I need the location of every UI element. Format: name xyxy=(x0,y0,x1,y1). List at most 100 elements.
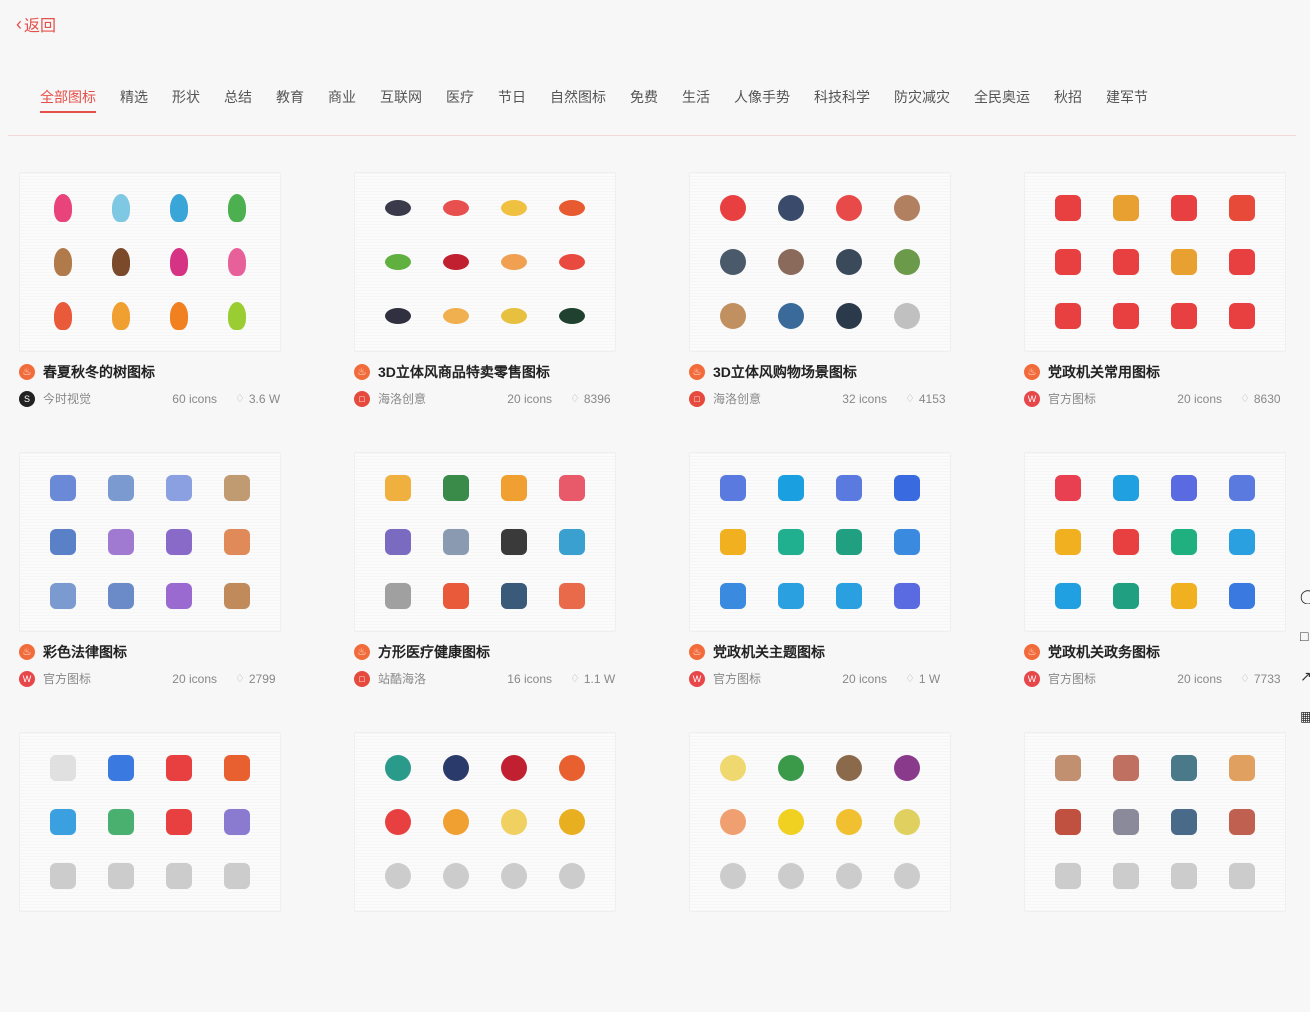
icon-set-preview[interactable] xyxy=(354,452,616,632)
preview-icon xyxy=(836,583,862,609)
preview-icon xyxy=(720,755,746,781)
author-avatar[interactable]: □ xyxy=(354,670,370,687)
tab-17[interactable]: 建军节 xyxy=(1106,87,1148,113)
tab-5[interactable]: 商业 xyxy=(328,87,356,113)
preview-icon xyxy=(1229,583,1255,609)
icon-set-meta: □ 海洛创意 32 icons ♢ 4153 xyxy=(689,390,951,407)
icon-set-meta: □ 站酷海洛 16 icons ♢ 1.1 W xyxy=(354,670,616,687)
author-avatar[interactable]: W xyxy=(19,670,35,687)
icon-set-card[interactable]: ♨ 党政机关常用图标 W 官方图标 20 icons ♢ 8630 xyxy=(1024,172,1286,452)
icon-set-preview[interactable] xyxy=(354,732,616,912)
icon-set-card[interactable]: ♨ 春夏秋冬的树图标 S 今时视觉 60 icons ♢ 3.6 W xyxy=(19,172,281,452)
preview-icon xyxy=(443,308,469,324)
author-name[interactable]: 官方图标 xyxy=(1048,670,1177,687)
preview-icon xyxy=(385,863,411,889)
icon-set-preview[interactable] xyxy=(19,452,281,632)
icon-set-preview[interactable] xyxy=(689,172,951,352)
tab-15[interactable]: 全民奥运 xyxy=(974,87,1030,113)
icon-set-preview[interactable] xyxy=(19,172,281,352)
author-avatar[interactable]: W xyxy=(1024,390,1040,407)
preview-icon xyxy=(1113,195,1139,221)
icon-set-card[interactable]: ♨ 党政机关政务图标 W 官方图标 20 icons ♢ 7733 xyxy=(1024,452,1286,732)
user-icon[interactable]: ◯ xyxy=(1300,588,1310,604)
icon-set-card[interactable]: ♨ 3D立体风购物场景图标 □ 海洛创意 32 icons ♢ 4153 xyxy=(689,172,951,452)
tab-12[interactable]: 人像手势 xyxy=(734,87,790,113)
tab-9[interactable]: 自然图标 xyxy=(550,87,606,113)
icon-count: 20 icons xyxy=(842,671,887,686)
icon-set-title[interactable]: ♨ 3D立体风商品特卖零售图标 xyxy=(354,362,616,382)
icon-set-preview[interactable] xyxy=(689,452,951,632)
icon-set-title[interactable]: ♨ 党政机关常用图标 xyxy=(1024,362,1286,382)
icon-set-card[interactable]: ♨ 方形医疗健康图标 □ 站酷海洛 16 icons ♢ 1.1 W xyxy=(354,452,616,732)
author-name[interactable]: 今时视觉 xyxy=(43,390,172,407)
tab-10[interactable]: 免费 xyxy=(630,87,658,113)
view-count: ♢ 4153 xyxy=(905,392,951,406)
icon-set-title[interactable]: ♨ 3D立体风购物场景图标 xyxy=(689,362,951,382)
icon-set-title[interactable]: ♨ 党政机关政务图标 xyxy=(1024,642,1286,662)
tab-14[interactable]: 防灾减灾 xyxy=(894,87,950,113)
view-count-value: 8630 xyxy=(1253,391,1281,406)
tab-0[interactable]: 全部图标 xyxy=(40,87,96,113)
icon-set-title[interactable]: ♨ 彩色法律图标 xyxy=(19,642,281,662)
author-avatar[interactable]: □ xyxy=(354,390,370,407)
share-icon[interactable]: ↗ xyxy=(1300,668,1310,684)
tab-8[interactable]: 节日 xyxy=(498,87,526,113)
tab-2[interactable]: 形状 xyxy=(172,87,200,113)
qrcode-icon[interactable]: ▦ xyxy=(1300,708,1310,724)
icon-count: 16 icons xyxy=(507,671,552,686)
tab-7[interactable]: 医疗 xyxy=(446,87,474,113)
preview-icon xyxy=(112,194,130,222)
tab-16[interactable]: 秋招 xyxy=(1054,87,1082,113)
icon-set-title-text: 党政机关主题图标 xyxy=(713,644,825,660)
icon-set-card[interactable]: ♨ 彩色法律图标 W 官方图标 20 icons ♢ 2799 xyxy=(19,452,281,732)
flame-icon: ♢ xyxy=(1240,673,1250,685)
preview-icon xyxy=(559,475,585,501)
preview-icon xyxy=(50,863,76,889)
icon-set-title[interactable]: ♨ 党政机关主题图标 xyxy=(689,642,951,662)
preview-icon xyxy=(1055,303,1081,329)
icon-set-title[interactable]: ♨ 春夏秋冬的树图标 xyxy=(19,362,281,382)
icon-set-card[interactable] xyxy=(19,732,281,1012)
icon-set-card[interactable]: ♨ 3D立体风商品特卖零售图标 □ 海洛创意 20 icons ♢ 8396 xyxy=(354,172,616,452)
preview-icon xyxy=(559,755,585,781)
author-name[interactable]: 海洛创意 xyxy=(378,390,507,407)
icon-set-preview[interactable] xyxy=(1024,732,1286,912)
author-name[interactable]: 官方图标 xyxy=(1048,390,1177,407)
view-count: ♢ 2799 xyxy=(235,672,281,686)
icon-set-card[interactable] xyxy=(689,732,951,1012)
icon-set-preview[interactable] xyxy=(689,732,951,912)
icon-set-title-text: 党政机关政务图标 xyxy=(1048,644,1160,660)
author-avatar[interactable]: W xyxy=(689,670,705,687)
preview-icon xyxy=(720,195,746,221)
preview-icon xyxy=(112,248,130,276)
view-count-value: 1 W xyxy=(918,671,941,686)
icon-set-card[interactable] xyxy=(1024,732,1286,1012)
author-name[interactable]: 站酷海洛 xyxy=(378,670,507,687)
tab-3[interactable]: 总结 xyxy=(224,87,252,113)
tab-1[interactable]: 精选 xyxy=(120,87,148,113)
icon-set-preview[interactable] xyxy=(19,732,281,912)
back-link[interactable]: ‹ 返回 xyxy=(16,12,56,36)
flame-icon: ♢ xyxy=(570,393,580,405)
icon-set-preview[interactable] xyxy=(1024,172,1286,352)
author-name[interactable]: 官方图标 xyxy=(713,670,842,687)
icon-set-preview[interactable] xyxy=(1024,452,1286,632)
icon-set-card[interactable]: ♨ 党政机关主题图标 W 官方图标 20 icons ♢ 1 W xyxy=(689,452,951,732)
tab-11[interactable]: 生活 xyxy=(682,87,710,113)
comment-icon[interactable]: □ xyxy=(1300,628,1310,644)
icon-set-preview[interactable] xyxy=(354,172,616,352)
tab-6[interactable]: 互联网 xyxy=(380,87,422,113)
author-avatar[interactable]: S xyxy=(19,390,35,407)
preview-icon xyxy=(501,529,527,555)
icon-set-card[interactable] xyxy=(354,732,616,1012)
preview-icon xyxy=(894,195,920,221)
tab-4[interactable]: 教育 xyxy=(276,87,304,113)
tab-13[interactable]: 科技科学 xyxy=(814,87,870,113)
author-name[interactable]: 官方图标 xyxy=(43,670,172,687)
author-avatar[interactable]: □ xyxy=(689,390,705,407)
author-avatar[interactable]: W xyxy=(1024,670,1040,687)
icon-set-title[interactable]: ♨ 方形医疗健康图标 xyxy=(354,642,616,662)
author-name[interactable]: 海洛创意 xyxy=(713,390,842,407)
flame-icon: ♢ xyxy=(905,393,915,405)
preview-icon xyxy=(1171,529,1197,555)
